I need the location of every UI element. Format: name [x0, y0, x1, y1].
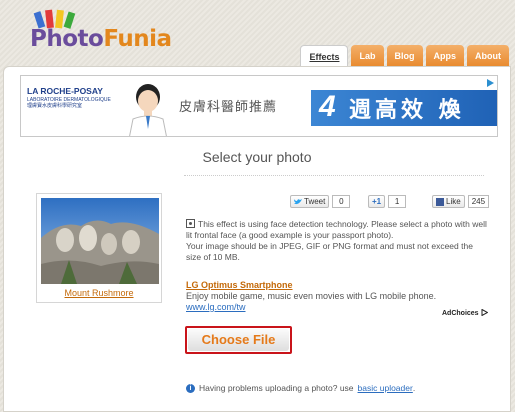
logo-text: PhotoFunia: [30, 26, 172, 52]
adchoices-link[interactable]: AdChoices: [442, 308, 489, 317]
mount-rushmore-image[interactable]: [41, 198, 159, 284]
facebook-like-widget: Like 245: [432, 195, 490, 208]
gplus-button[interactable]: +1: [368, 195, 386, 208]
tab-blog[interactable]: Blog: [386, 45, 423, 67]
page-title: Select your photo: [202, 149, 312, 165]
ad-banner[interactable]: LA ROCHE-POSAY LABORATOIRE DERMATOLOGIQU…: [20, 75, 498, 137]
text-ad-description: Enjoy mobile game, music even movies wit…: [186, 291, 437, 301]
choose-file-label: Choose File: [188, 329, 289, 351]
example-photo-card[interactable]: Mount Rushmore: [36, 193, 162, 303]
tab-lab[interactable]: Lab: [351, 45, 384, 67]
twitter-bird-icon: [294, 198, 302, 204]
info-icon: i: [186, 383, 195, 393]
gplus-count: 1: [388, 195, 407, 208]
text-ad-url[interactable]: www.lg.com/tw: [186, 302, 486, 313]
adchoices-icon: [481, 308, 489, 317]
tab-about[interactable]: About: [467, 45, 509, 67]
tab-effects[interactable]: Effects: [300, 45, 349, 67]
ad-doctor-image: [129, 84, 167, 136]
tweet-button[interactable]: Tweet: [290, 195, 330, 208]
upload-help: i Having problems uploading a photo? use…: [186, 383, 415, 393]
tweet-count: 0: [332, 195, 351, 208]
divider: [184, 175, 484, 176]
photo-requirements: This effect is using face detection tech…: [186, 219, 487, 262]
like-count: 245: [467, 195, 490, 208]
ad-play-icon[interactable]: [485, 78, 495, 88]
ad-brand: LA ROCHE-POSAY LABORATOIRE DERMATOLOGIQU…: [27, 86, 111, 109]
face-icon: [186, 219, 195, 228]
text-ad: LG Optimus Smartphone Enjoy mobile game,…: [186, 280, 486, 313]
facebook-like-button[interactable]: Like: [432, 195, 465, 208]
photofunia-logo[interactable]: PhotoFunia: [24, 6, 172, 52]
photo-caption-link[interactable]: Mount Rushmore: [37, 288, 161, 298]
facebook-icon: [436, 197, 444, 206]
ad-headline: 皮膚科醫師推薦: [179, 100, 278, 115]
gplus-widget: +1 1: [368, 195, 407, 208]
ad-highlight: 4 週高效 煥: [311, 90, 497, 126]
basic-uploader-link[interactable]: basic uploader: [358, 383, 413, 393]
text-ad-heading[interactable]: LG Optimus Smartphone: [186, 280, 486, 291]
tweet-widget: Tweet 0: [290, 195, 351, 208]
tab-apps[interactable]: Apps: [425, 45, 464, 67]
main-panel: LA ROCHE-POSAY LABORATOIRE DERMATOLOGIQU…: [3, 66, 511, 412]
choose-file-button[interactable]: Choose File: [185, 326, 292, 354]
nav-tabs: Effects Lab Blog Apps About: [300, 45, 509, 67]
